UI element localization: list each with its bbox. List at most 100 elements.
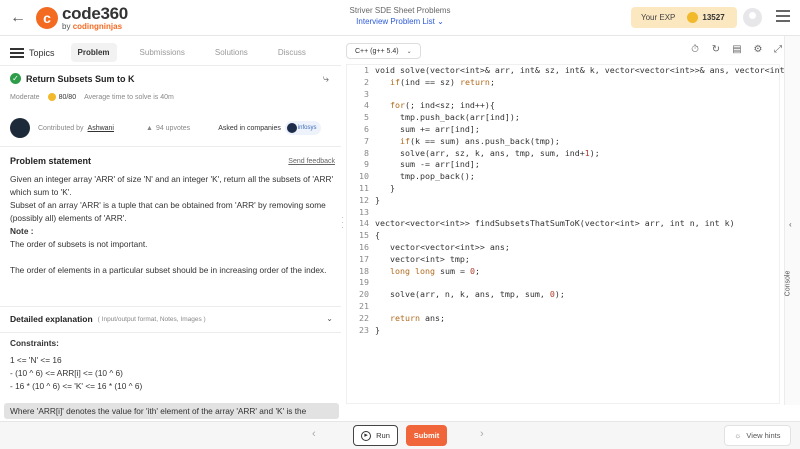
chevron-left-icon[interactable]: ‹ xyxy=(312,428,316,440)
arrow-left-icon[interactable]: ← xyxy=(10,9,28,27)
chevron-right-icon[interactable]: › xyxy=(480,428,484,440)
line-number: 14 xyxy=(359,218,369,229)
line-number: 8 xyxy=(364,147,369,158)
line-number: 5 xyxy=(364,112,369,123)
share-icon[interactable]: ⤷ xyxy=(323,73,329,86)
coin-icon xyxy=(47,93,56,101)
timer-icon[interactable]: ⏱ xyxy=(689,44,701,56)
editor-toolbar: C++ (g++ 5.4) ⌄ ⏱ ↻ ▤ ⚙ ⤢ xyxy=(346,42,782,60)
code-line[interactable]: ​ xyxy=(375,207,785,219)
tab-solutions[interactable]: Solutions xyxy=(208,43,255,62)
send-feedback-link[interactable]: Send feedback xyxy=(288,158,335,165)
line-number: 7 xyxy=(364,135,369,146)
exp-badge[interactable]: Your EXP 13527 xyxy=(631,7,737,28)
line-number: 1 xyxy=(364,65,369,75)
breadcrumb-list-label: Interview Problem List xyxy=(356,17,435,26)
code-line[interactable]: tmp.push_back(arr[ind]); xyxy=(375,112,785,124)
upvote-button[interactable]: ▲ 94 upvotes xyxy=(146,125,190,132)
upvote-count: 94 upvotes xyxy=(155,124,191,132)
problem-tabs: Topics Problem Submissions Solutions Dis… xyxy=(0,40,341,66)
fullscreen-icon[interactable]: ⤢ xyxy=(772,44,784,56)
run-button[interactable]: ▸ Run xyxy=(353,425,398,446)
problem-panel: Topics Problem Submissions Solutions Dis… xyxy=(0,36,341,421)
code-area[interactable]: 1 2 3 4 5 6 7 8 9 10 11 12 13 14 15 16 17 18 19 20 21 22 23 vo… xyxy=(346,64,785,404)
detailed-title: Detailed explanation xyxy=(10,314,93,324)
user-avatar-icon[interactable] xyxy=(743,8,762,27)
code-line[interactable]: ​ xyxy=(375,277,785,289)
line-number: 6 xyxy=(364,123,369,134)
company-icon xyxy=(286,123,297,133)
constraint-item: 1 <= 'N' <= 16 xyxy=(10,355,62,365)
code-line[interactable]: solve(arr, sz, k, ans, tmp, sum, ind+1); xyxy=(375,148,785,160)
code-line[interactable]: } xyxy=(375,183,785,195)
chevron-left-icon[interactable]: ‹ xyxy=(789,220,792,229)
topics-button[interactable]: Topics xyxy=(10,47,55,58)
line-numbers: 1 2 3 4 5 6 7 8 9 10 11 12 13 14 15 16 17 18 19 20 21 22 23 xyxy=(347,65,369,336)
code-line[interactable]: void solve(vector<int>& arr, int& sz, in… xyxy=(375,65,785,77)
hamburger-icon[interactable] xyxy=(776,10,790,24)
code-line[interactable]: ​ xyxy=(375,301,785,313)
language-select[interactable]: C++ (g++ 5.4) ⌄ xyxy=(346,43,421,59)
code-line[interactable]: vector<vector<int>> ans; xyxy=(375,242,785,254)
line-number: 4 xyxy=(364,100,369,111)
code-line[interactable]: vector<vector<int>> findSubsetsThatSumTo… xyxy=(375,218,785,230)
code-line[interactable]: } xyxy=(375,195,785,207)
difficulty-label: Moderate xyxy=(10,93,40,101)
code-line[interactable]: sum -= arr[ind]; xyxy=(375,159,785,171)
line-number: 15 xyxy=(359,230,369,241)
line-number: 12 xyxy=(359,194,369,205)
submit-button[interactable]: Submit xyxy=(406,425,447,446)
constraint-item: - (10 ^ 6) <= ARR[i] <= (10 ^ 6) xyxy=(10,368,123,378)
view-hints-button[interactable]: ☼ View hints xyxy=(724,425,791,446)
code-line[interactable]: if(ind == sz) return; xyxy=(375,77,785,89)
tab-submissions[interactable]: Submissions xyxy=(133,43,192,62)
code-line[interactable]: long long sum = 0; xyxy=(375,266,785,278)
code-line[interactable]: sum += arr[ind]; xyxy=(375,124,785,136)
code-line[interactable]: } xyxy=(375,325,785,337)
code-line[interactable]: solve(arr, n, k, ans, tmp, sum, 0); xyxy=(375,289,785,301)
code-editor-panel: C++ (g++ 5.4) ⌄ ⏱ ↻ ▤ ⚙ ⤢ 1 2 3 4 5 6 7 8 9 10 11 12… xyxy=(346,36,785,405)
code-line[interactable]: tmp.pop_back(); xyxy=(375,171,785,183)
panel-resize-handle[interactable]: · · · xyxy=(341,213,344,232)
code-line[interactable]: for(; ind<sz; ind++){ xyxy=(375,100,785,112)
avg-time: Average time to solve is 40m xyxy=(84,93,174,101)
breadcrumb-list-dropdown[interactable]: Interview Problem List ⌄ xyxy=(320,17,480,26)
console-label: Console xyxy=(784,270,792,297)
constraints-title: Constraints: xyxy=(10,338,59,348)
line-number: 10 xyxy=(359,171,369,182)
detailed-explanation-toggle[interactable]: Detailed explanation ( Input/output form… xyxy=(10,314,335,324)
console-panel[interactable]: ‹ Console xyxy=(784,36,800,405)
statement-para-1: Given an integer array 'ARR' of size 'N'… xyxy=(10,174,334,197)
reset-icon[interactable]: ↻ xyxy=(710,44,722,56)
code360-logo[interactable]: c code360 by codingninjas xyxy=(36,5,128,31)
code-line[interactable]: if(k == sum) ans.push_back(tmp); xyxy=(375,136,785,148)
line-number: 3 xyxy=(364,88,369,99)
settings-icon[interactable]: ⚙ xyxy=(752,44,764,56)
divider xyxy=(0,306,341,307)
tab-discuss[interactable]: Discuss xyxy=(271,43,313,62)
problem-statement: Given an integer array 'ARR' of size 'N'… xyxy=(10,173,338,277)
problem-meta: Moderate 80/80 Average time to solve is … xyxy=(10,93,174,101)
code-text[interactable]: void solve(vector<int>& arr, int& sz, in… xyxy=(375,65,785,336)
code-line[interactable]: vector<int> tmp; xyxy=(375,254,785,266)
tab-problem[interactable]: Problem xyxy=(70,43,117,62)
code-line[interactable]: ​ xyxy=(375,89,785,101)
code-line[interactable]: return ans; xyxy=(375,313,785,325)
company-name: infosys xyxy=(297,125,317,131)
line-number: 19 xyxy=(359,277,369,288)
detailed-subtitle: ( Input/output format, Notes, Images ) xyxy=(97,315,206,323)
score-badge: 80/80 xyxy=(47,93,76,101)
divider xyxy=(0,332,341,333)
constraint-note: Where 'ARR[i]' denotes the value for 'it… xyxy=(4,403,339,419)
top-bar: ← c code360 by codingninjas Striver SDE … xyxy=(0,0,800,36)
language-label: C++ (g++ 5.4) xyxy=(355,47,399,55)
code-line[interactable]: { xyxy=(375,230,785,242)
line-number: 9 xyxy=(364,159,369,170)
statement-header: Problem statement Send feedback xyxy=(10,156,335,166)
company-logo[interactable]: infosys xyxy=(284,121,321,135)
author-link[interactable]: Ashwani xyxy=(88,125,114,132)
notes-icon[interactable]: ▤ xyxy=(731,44,743,56)
bottom-bar: ‹ ▸ Run Submit › ☼ View hints xyxy=(0,421,800,449)
logo-mark: c xyxy=(36,7,58,29)
run-label: Run xyxy=(376,431,390,440)
